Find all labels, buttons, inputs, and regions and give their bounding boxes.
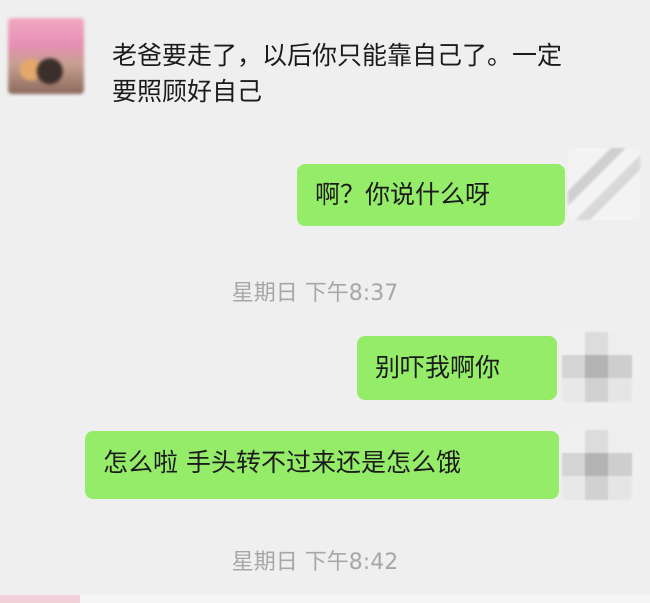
bottom-strip bbox=[0, 595, 650, 603]
outgoing-message-text: 别吓我啊你 bbox=[375, 353, 501, 382]
self-avatar[interactable] bbox=[562, 332, 632, 402]
self-avatar[interactable] bbox=[568, 148, 640, 220]
incoming-message: 老爸要走了，以后你只能靠自己了。一定要照顾好自己 bbox=[96, 30, 578, 118]
contact-avatar[interactable] bbox=[8, 18, 84, 94]
outgoing-message-2: 别吓我啊你 bbox=[357, 336, 557, 400]
outgoing-message-1: 啊？你说什么呀 bbox=[297, 164, 565, 226]
timestamp-1: 星期日 下午8:37 bbox=[231, 281, 399, 306]
incoming-message-text: 老爸要走了，以后你只能靠自己了。一定要照顾好自己 bbox=[112, 41, 563, 106]
outgoing-message-text: 啊？你说什么呀 bbox=[315, 180, 491, 209]
self-avatar[interactable] bbox=[562, 430, 632, 500]
timestamp-2: 星期日 下午8:42 bbox=[231, 550, 399, 575]
outgoing-message-3: 怎么啦 手头转不过来还是怎么饿 bbox=[85, 431, 559, 499]
outgoing-message-text: 怎么啦 手头转不过来还是怎么饿 bbox=[103, 448, 461, 477]
